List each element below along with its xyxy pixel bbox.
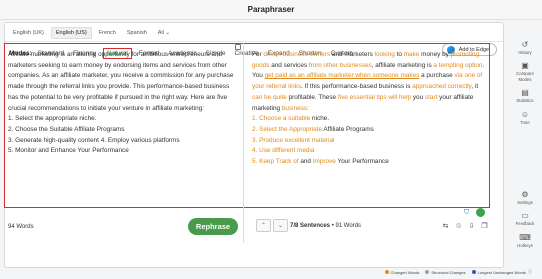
chevron-up-icon[interactable]: ⌃ bbox=[256, 219, 271, 232]
divider bbox=[5, 41, 503, 42]
changed-word[interactable]: can be quite bbox=[252, 94, 287, 101]
shield-icon[interactable]: ⛉ bbox=[462, 208, 471, 217]
changed-word[interactable]: start bbox=[425, 94, 437, 101]
pane-divider bbox=[243, 43, 244, 243]
history-icon: ↺ bbox=[521, 40, 529, 49]
statistics-icon: ▤ bbox=[521, 88, 529, 98]
changed-word[interactable]: business: bbox=[282, 105, 309, 112]
input-word-count: 94 Words bbox=[8, 224, 34, 230]
sentence-count: 7/8 Sentences • 91 Words bbox=[290, 223, 362, 229]
changed-word[interactable]: make bbox=[404, 51, 420, 58]
rephrase-button[interactable]: Rephrase bbox=[188, 218, 238, 235]
changed-word[interactable]: looking bbox=[375, 51, 395, 58]
color-legend: Changed Words Structural Changes Longest… bbox=[384, 268, 532, 276]
legend-changed: Changed Words bbox=[384, 270, 419, 275]
compare-icon[interactable]: ⇆ bbox=[441, 221, 450, 230]
tab-english-us[interactable]: English (US) bbox=[50, 27, 92, 39]
compare-icon: ▣ bbox=[521, 61, 529, 71]
grammar-check-icon[interactable] bbox=[476, 208, 485, 217]
legend-longest: Longest Unchanged Words ⓘ bbox=[471, 269, 532, 275]
input-list-item: 1. Select the appropriate niche. bbox=[8, 115, 97, 123]
tone-icon: ☺ bbox=[520, 109, 530, 119]
all-languages-dropdown[interactable]: All ⌄ bbox=[154, 28, 174, 38]
changed-word[interactable]: a tempting option bbox=[433, 62, 482, 69]
sidebar-item-compare-modes[interactable]: ▣ Compare Modes bbox=[510, 61, 540, 82]
output-list-item: 5. Keep Track of and Improve Your Perfor… bbox=[252, 158, 389, 166]
output-paragraph: For driven business owners and marketers… bbox=[252, 51, 485, 112]
output-tools: ⇆ ♲ ⇩ ❐ bbox=[441, 221, 489, 230]
hotkeys-icon: ⌨ bbox=[519, 232, 531, 242]
chevron-down-icon[interactable]: ⌄ bbox=[273, 219, 288, 232]
sidebar-item-tone[interactable]: ☺ Tone bbox=[510, 110, 540, 125]
tab-english-uk[interactable]: English (UK) bbox=[9, 28, 48, 38]
changed-word[interactable]: from other businesses bbox=[309, 62, 372, 69]
changed-word[interactable]: driven business owners bbox=[263, 51, 330, 58]
sidebar-bottom: ⚙ Settings ▭ Feedback ⌨ Hotkeys bbox=[510, 190, 540, 254]
input-list-item: 2. Choose the Suitable Affiliate Program… bbox=[8, 125, 125, 133]
changed-phrase[interactable]: get paid as an affiliate marketer when s… bbox=[265, 72, 420, 79]
changed-word[interactable]: essential tips will help bbox=[350, 94, 411, 101]
thumbs-icon[interactable]: ♲ bbox=[454, 221, 463, 230]
input-pane[interactable]: Affiliate marketing is an alluring oppor… bbox=[8, 50, 236, 157]
input-list-item: 5. Monitor and Enhance Your Performance bbox=[8, 147, 129, 155]
output-pane[interactable]: For driven business owners and marketers… bbox=[252, 50, 488, 168]
input-list-item: 3. Generate high-quality content 4. Empl… bbox=[8, 136, 180, 144]
sidebar-item-hotkeys[interactable]: ⌨ Hotkeys bbox=[510, 233, 540, 248]
tab-french[interactable]: French bbox=[95, 28, 120, 38]
sidebar-item-statistics[interactable]: ▤ Statistics bbox=[510, 88, 540, 103]
right-sidebar: ↺ History ▣ Compare Modes ▤ Statistics ☺… bbox=[510, 40, 540, 131]
window-title: Paraphraser bbox=[0, 0, 542, 20]
output-list-item: 1. Choose a suitable niche. bbox=[252, 115, 330, 123]
output-list-item: 2. Select the Appropriate Affiliate Prog… bbox=[252, 125, 374, 133]
changed-word[interactable]: approached correctly bbox=[412, 83, 471, 90]
output-list-item: 3. Produce excellent material bbox=[252, 136, 335, 144]
changed-word[interactable]: five bbox=[338, 94, 348, 101]
settings-icon: ⚙ bbox=[521, 190, 529, 199]
sidebar-item-history[interactable]: ↺ History bbox=[510, 40, 540, 55]
legend-structural: Structural Changes bbox=[425, 270, 466, 275]
language-tabs: English (UK) English (US) French Spanish… bbox=[9, 26, 174, 40]
output-list-item: 4. Use different media bbox=[252, 147, 315, 155]
tab-spanish[interactable]: Spanish bbox=[123, 28, 151, 38]
feedback-icon: ▭ bbox=[521, 211, 529, 221]
copy-output-icon[interactable]: ❐ bbox=[480, 221, 489, 230]
input-paragraph: Affiliate marketing is an alluring oppor… bbox=[8, 51, 234, 112]
sidebar-item-feedback[interactable]: ▭ Feedback bbox=[510, 211, 540, 226]
sidebar-item-settings[interactable]: ⚙ Settings bbox=[510, 190, 540, 205]
download-icon[interactable]: ⇩ bbox=[467, 221, 476, 230]
